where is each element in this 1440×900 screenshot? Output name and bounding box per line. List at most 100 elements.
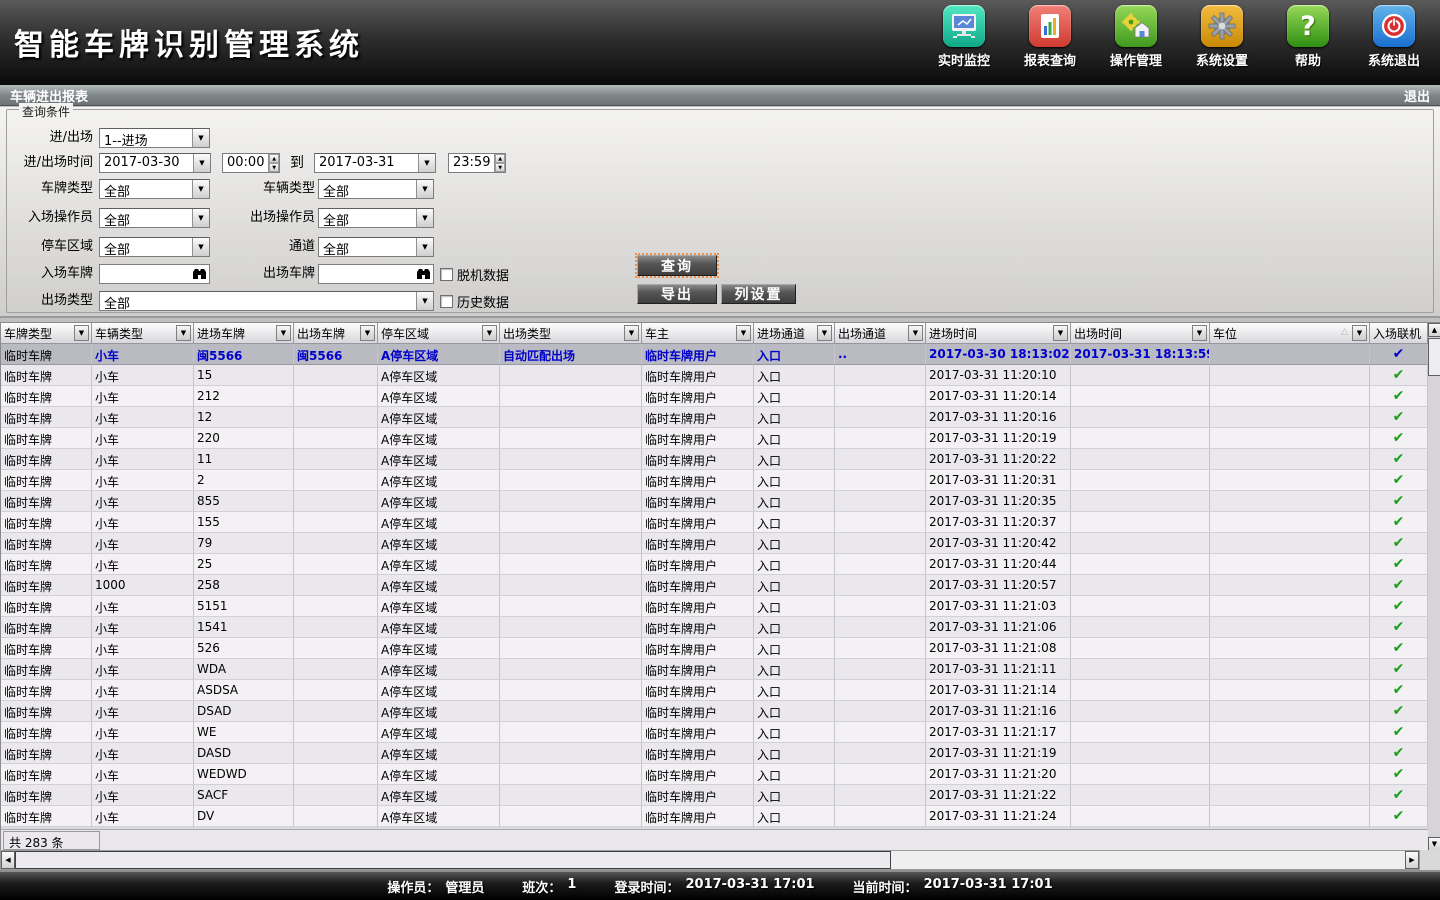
table-row[interactable]: 临时车牌小车11A停车区域临时车牌用户入口2017-03-31 11:20:22…: [1, 449, 1428, 470]
column-header-1[interactable]: 车牌类型▼: [1, 323, 92, 344]
table-row[interactable]: 临时车牌小车SACFA停车区域临时车牌用户入口2017-03-31 11:21:…: [1, 785, 1428, 806]
table-row[interactable]: 临时车牌小车220A停车区域临时车牌用户入口2017-03-31 11:20:1…: [1, 428, 1428, 449]
horizontal-scroll-thumb[interactable]: [15, 851, 891, 869]
column-filter-button[interactable]: ▼: [1192, 325, 1207, 341]
chevron-down-icon[interactable]: ▼: [416, 180, 433, 198]
table-row[interactable]: 临时车牌小车WDAA停车区域临时车牌用户入口2017-03-31 11:21:1…: [1, 659, 1428, 680]
chevron-down-icon[interactable]: ▼: [416, 238, 433, 256]
table-row[interactable]: 临时车牌小车15A停车区域临时车牌用户入口2017-03-31 11:20:10…: [1, 365, 1428, 386]
column-header-13[interactable]: 入场联机: [1370, 323, 1428, 344]
scroll-down-icon[interactable]: ▼: [1428, 837, 1440, 851]
table-row[interactable]: 临时车牌小车12A停车区域临时车牌用户入口2017-03-31 11:20:16…: [1, 407, 1428, 428]
history-data-checkbox[interactable]: 历史数据: [440, 291, 509, 311]
spin-up-icon[interactable]: ▲: [269, 154, 279, 163]
table-row[interactable]: 临时车牌小车5151A停车区域临时车牌用户入口2017-03-31 11:21:…: [1, 596, 1428, 617]
toolbar-item-report-query[interactable]: 报表查询: [1012, 5, 1088, 69]
chevron-down-icon[interactable]: ▼: [192, 129, 209, 147]
table-row[interactable]: 临时车牌小车25A停车区域临时车牌用户入口2017-03-31 11:20:44…: [1, 554, 1428, 575]
exit-operator-select[interactable]: 全部 ▼: [318, 208, 434, 228]
entry-operator-select[interactable]: 全部 ▼: [99, 208, 210, 228]
toolbar-item-system-exit[interactable]: 系统退出: [1356, 5, 1432, 69]
column-filter-button[interactable]: ▼: [1352, 325, 1367, 341]
column-filter-button[interactable]: ▼: [736, 325, 751, 341]
scroll-left-icon[interactable]: ◀: [1, 851, 15, 869]
exit-type-select[interactable]: 全部 ▼: [99, 291, 434, 311]
spin-down-icon[interactable]: ▼: [495, 163, 505, 172]
search-button[interactable]: 查询: [637, 255, 717, 276]
column-header-4[interactable]: 出场车牌▼: [294, 323, 378, 344]
toolbar-item-help[interactable]: ? 帮助: [1270, 5, 1346, 69]
exit-plate-input[interactable]: [318, 264, 434, 284]
entry-plate-input[interactable]: [99, 264, 210, 284]
column-header-10[interactable]: 进场时间▼: [926, 323, 1071, 344]
table-row[interactable]: 临时车牌小车DSADA停车区域临时车牌用户入口2017-03-31 11:21:…: [1, 701, 1428, 722]
table-row[interactable]: 临时车牌小车855A停车区域临时车牌用户入口2017-03-31 11:20:3…: [1, 491, 1428, 512]
table-row[interactable]: 临时车牌小车155A停车区域临时车牌用户入口2017-03-31 11:20:3…: [1, 512, 1428, 533]
chevron-down-icon[interactable]: ▼: [418, 154, 435, 172]
toolbar-item-operations[interactable]: 操作管理: [1098, 5, 1174, 69]
binoculars-search-icon[interactable]: [416, 268, 431, 280]
offline-data-checkbox[interactable]: 脱机数据: [440, 264, 509, 284]
table-row[interactable]: 临时车牌小车DVA停车区域临时车牌用户入口2017-03-31 11:21:24…: [1, 806, 1428, 827]
column-filter-button[interactable]: ▼: [482, 325, 497, 341]
scroll-right-icon[interactable]: ▶: [1405, 851, 1419, 869]
table-row[interactable]: 临时车牌小车DASDA停车区域临时车牌用户入口2017-03-31 11:21:…: [1, 743, 1428, 764]
chevron-down-icon[interactable]: ▼: [193, 154, 210, 172]
chevron-down-icon[interactable]: ▼: [416, 292, 433, 310]
column-filter-button[interactable]: ▼: [908, 325, 923, 341]
vertical-scrollbar[interactable]: ▲ ▼: [1428, 323, 1440, 851]
exit-link[interactable]: 退出: [1404, 86, 1430, 105]
spin-down-icon[interactable]: ▼: [269, 163, 279, 172]
table-row[interactable]: 临时车牌小车1541A停车区域临时车牌用户入口2017-03-31 11:21:…: [1, 617, 1428, 638]
horizontal-scrollbar[interactable]: ◀ ▶: [0, 850, 1420, 870]
table-cell: A停车区域: [378, 554, 500, 575]
chevron-down-icon[interactable]: ▼: [192, 238, 209, 256]
table-row[interactable]: 临时车牌小车闽5566闽5566A停车区域自动匹配出场临时车牌用户入口..201…: [1, 344, 1428, 365]
from-time-spinner[interactable]: 00:00 ▲▼: [222, 153, 280, 173]
column-filter-button[interactable]: ▼: [1053, 325, 1068, 341]
table-row[interactable]: 临时车牌1000258A停车区域临时车牌用户入口2017-03-31 11:20…: [1, 575, 1428, 596]
toolbar-item-realtime-monitor[interactable]: 实时监控: [926, 5, 1002, 69]
online-check-icon: ✔: [1370, 407, 1428, 428]
parking-area-select[interactable]: 全部 ▼: [99, 237, 210, 257]
table-row[interactable]: 临时车牌小车526A停车区域临时车牌用户入口2017-03-31 11:21:0…: [1, 638, 1428, 659]
column-header-9[interactable]: 出场通道▼: [835, 323, 926, 344]
chevron-down-icon[interactable]: ▼: [192, 209, 209, 227]
column-header-8[interactable]: 进场通道▼: [754, 323, 835, 344]
table-row[interactable]: 临时车牌小车ASDSAA停车区域临时车牌用户入口2017-03-31 11:21…: [1, 680, 1428, 701]
table-row[interactable]: 临时车牌小车79A停车区域临时车牌用户入口2017-03-31 11:20:42…: [1, 533, 1428, 554]
column-header-5[interactable]: 停车区域▼: [378, 323, 500, 344]
table-row[interactable]: 临时车牌小车WEA停车区域临时车牌用户入口2017-03-31 11:21:17…: [1, 722, 1428, 743]
from-date-select[interactable]: 2017-03-30 ▼: [99, 153, 211, 173]
vertical-scroll-thumb[interactable]: [1428, 338, 1440, 376]
table-row[interactable]: 临时车牌小车WEDWDA停车区域临时车牌用户入口2017-03-31 11:21…: [1, 764, 1428, 785]
chevron-down-icon[interactable]: ▼: [192, 180, 209, 198]
column-filter-button[interactable]: ▼: [360, 325, 375, 341]
export-button[interactable]: 导出: [637, 284, 717, 304]
column-filter-button[interactable]: ▼: [817, 325, 832, 341]
plate-type-select[interactable]: 全部 ▼: [99, 179, 210, 199]
channel-select[interactable]: 全部 ▼: [318, 237, 434, 257]
scroll-up-icon[interactable]: ▲: [1428, 323, 1440, 337]
column-header-7[interactable]: 车主▼: [642, 323, 754, 344]
column-filter-button[interactable]: ▼: [276, 325, 291, 341]
chevron-down-icon[interactable]: ▼: [416, 209, 433, 227]
table-row[interactable]: 临时车牌小车212A停车区域临时车牌用户入口2017-03-31 11:20:1…: [1, 386, 1428, 407]
table-row[interactable]: 临时车牌小车2A停车区域临时车牌用户入口2017-03-31 11:20:31✔: [1, 470, 1428, 491]
column-header-2[interactable]: 车辆类型▼: [92, 323, 194, 344]
to-time-spinner[interactable]: 23:59 ▲▼: [448, 153, 506, 173]
column-settings-button[interactable]: 列设置: [721, 284, 796, 304]
toolbar-item-settings[interactable]: 系统设置: [1184, 5, 1260, 69]
inout-select[interactable]: 1--进场 ▼: [99, 128, 210, 148]
column-header-11[interactable]: 出场时间▼: [1071, 323, 1210, 344]
column-filter-button[interactable]: ▼: [74, 325, 89, 341]
column-header-3[interactable]: 进场车牌▼: [194, 323, 294, 344]
column-filter-button[interactable]: ▼: [176, 325, 191, 341]
column-header-6[interactable]: 出场类型▼: [500, 323, 642, 344]
column-filter-button[interactable]: ▼: [624, 325, 639, 341]
binoculars-search-icon[interactable]: [192, 268, 207, 280]
column-header-12[interactable]: 车位△▼: [1210, 323, 1370, 344]
spin-up-icon[interactable]: ▲: [495, 154, 505, 163]
to-date-select[interactable]: 2017-03-31 ▼: [314, 153, 436, 173]
vehicle-type-select[interactable]: 全部 ▼: [318, 179, 434, 199]
